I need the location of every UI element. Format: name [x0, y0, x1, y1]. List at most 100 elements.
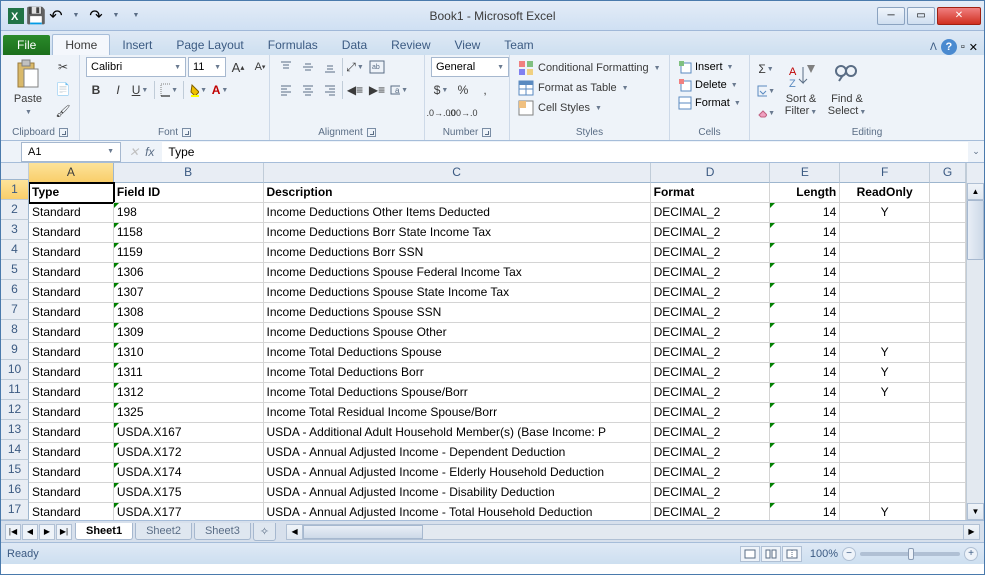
file-tab[interactable]: File: [3, 35, 50, 55]
copy-button[interactable]: 📄: [53, 79, 73, 99]
cell[interactable]: USDA - Additional Adult Household Member…: [264, 423, 651, 443]
cell[interactable]: Standard: [29, 483, 114, 503]
cell[interactable]: [840, 223, 930, 243]
cell[interactable]: Income Deductions Borr SSN: [264, 243, 651, 263]
cell[interactable]: [930, 363, 966, 383]
cell[interactable]: 1309: [114, 323, 264, 343]
page-break-view-button[interactable]: [782, 546, 802, 562]
row-header-9[interactable]: 9: [1, 340, 29, 360]
cell[interactable]: 1312: [114, 383, 264, 403]
cell[interactable]: [930, 183, 966, 203]
excel-icon[interactable]: X: [7, 7, 25, 25]
maximize-button[interactable]: ▭: [907, 7, 935, 25]
cell[interactable]: [930, 483, 966, 503]
cell[interactable]: USDA.X172: [114, 443, 264, 463]
cell[interactable]: Standard: [29, 323, 114, 343]
row-header-3[interactable]: 3: [1, 220, 29, 240]
cell[interactable]: 14: [770, 503, 840, 520]
cell[interactable]: 1310: [114, 343, 264, 363]
fill-color-button[interactable]: ▼: [188, 80, 208, 100]
bold-button[interactable]: B: [86, 80, 106, 100]
cell[interactable]: [840, 323, 930, 343]
scroll-right-button[interactable]: ▶: [963, 525, 979, 539]
cell[interactable]: 198: [114, 203, 264, 223]
cell[interactable]: 14: [770, 283, 840, 303]
cell[interactable]: Standard: [29, 443, 114, 463]
cell[interactable]: USDA - Annual Adjusted Income - Total Ho…: [264, 503, 651, 520]
tab-insert[interactable]: Insert: [110, 35, 164, 55]
cell[interactable]: USDA.X167: [114, 423, 264, 443]
cell[interactable]: DECIMAL_2: [651, 223, 771, 243]
increase-indent-icon[interactable]: ▶≡: [367, 80, 387, 100]
autosum-icon[interactable]: Σ▼: [756, 59, 776, 79]
cell[interactable]: [930, 223, 966, 243]
cell[interactable]: Y: [840, 363, 930, 383]
row-header-14[interactable]: 14: [1, 440, 29, 460]
cell[interactable]: DECIMAL_2: [651, 403, 771, 423]
cell[interactable]: USDA - Annual Adjusted Income - Elderly …: [264, 463, 651, 483]
cell[interactable]: [930, 503, 966, 520]
cell[interactable]: [930, 263, 966, 283]
cell[interactable]: Format: [651, 183, 771, 203]
cell[interactable]: [930, 343, 966, 363]
number-dialog-icon[interactable]: [482, 128, 491, 137]
name-box[interactable]: A1▼: [21, 142, 121, 162]
delete-cells-button[interactable]: Delete▼: [676, 77, 740, 93]
cell[interactable]: 14: [770, 303, 840, 323]
paste-button[interactable]: Paste▼: [7, 57, 49, 119]
cell[interactable]: Income Deductions Spouse SSN: [264, 303, 651, 323]
cancel-formula-icon[interactable]: ✕: [129, 145, 139, 159]
cell[interactable]: USDA.X175: [114, 483, 264, 503]
redo-icon[interactable]: ↷: [87, 7, 105, 25]
expand-formula-icon[interactable]: ⌄: [968, 146, 984, 157]
zoom-out-button[interactable]: −: [842, 547, 856, 561]
format-painter-button[interactable]: 🖌: [53, 101, 73, 121]
insert-cells-button[interactable]: Insert▼: [676, 59, 735, 75]
vscroll-thumb[interactable]: [967, 200, 984, 260]
cell[interactable]: [930, 463, 966, 483]
save-icon[interactable]: 💾: [27, 7, 45, 25]
row-header-12[interactable]: 12: [1, 400, 29, 420]
cell[interactable]: Standard: [29, 223, 114, 243]
row-header-6[interactable]: 6: [1, 280, 29, 300]
cell[interactable]: [840, 263, 930, 283]
font-color-button[interactable]: A▼: [210, 80, 230, 100]
cell[interactable]: Standard: [29, 243, 114, 263]
cell[interactable]: USDA - Annual Adjusted Income - Dependen…: [264, 443, 651, 463]
cell[interactable]: DECIMAL_2: [651, 483, 771, 503]
cell[interactable]: [840, 443, 930, 463]
percent-icon[interactable]: %: [453, 80, 473, 100]
cell[interactable]: DECIMAL_2: [651, 323, 771, 343]
cell[interactable]: 14: [770, 243, 840, 263]
currency-icon[interactable]: $▼: [431, 80, 451, 100]
column-header-F[interactable]: F: [840, 163, 930, 183]
row-header-8[interactable]: 8: [1, 320, 29, 340]
hscroll-thumb[interactable]: [303, 525, 423, 539]
normal-view-button[interactable]: [740, 546, 760, 562]
cell[interactable]: [840, 403, 930, 423]
align-bottom-icon[interactable]: [320, 57, 340, 77]
align-middle-icon[interactable]: [298, 57, 318, 77]
cell[interactable]: DECIMAL_2: [651, 343, 771, 363]
cell[interactable]: ReadOnly: [840, 183, 930, 203]
cell[interactable]: 14: [770, 443, 840, 463]
decrease-indent-icon[interactable]: ◀≡: [345, 80, 365, 100]
cell[interactable]: Standard: [29, 463, 114, 483]
cell[interactable]: Standard: [29, 503, 114, 520]
cell[interactable]: Income Deductions Spouse State Income Ta…: [264, 283, 651, 303]
cell[interactable]: Standard: [29, 363, 114, 383]
cell[interactable]: DECIMAL_2: [651, 463, 771, 483]
row-header-7[interactable]: 7: [1, 300, 29, 320]
sheet-tab-1[interactable]: Sheet1: [75, 523, 133, 540]
tab-review[interactable]: Review: [379, 35, 442, 55]
close-button[interactable]: ✕: [937, 7, 981, 25]
tab-formulas[interactable]: Formulas: [256, 35, 330, 55]
cell[interactable]: [840, 423, 930, 443]
fx-icon[interactable]: fx: [145, 145, 154, 159]
number-format-combo[interactable]: General▼: [431, 57, 509, 77]
tab-view[interactable]: View: [443, 35, 493, 55]
cell[interactable]: [930, 243, 966, 263]
cut-button[interactable]: ✂: [53, 57, 73, 77]
zoom-thumb[interactable]: [908, 548, 914, 560]
undo-icon[interactable]: ↶: [47, 7, 65, 25]
